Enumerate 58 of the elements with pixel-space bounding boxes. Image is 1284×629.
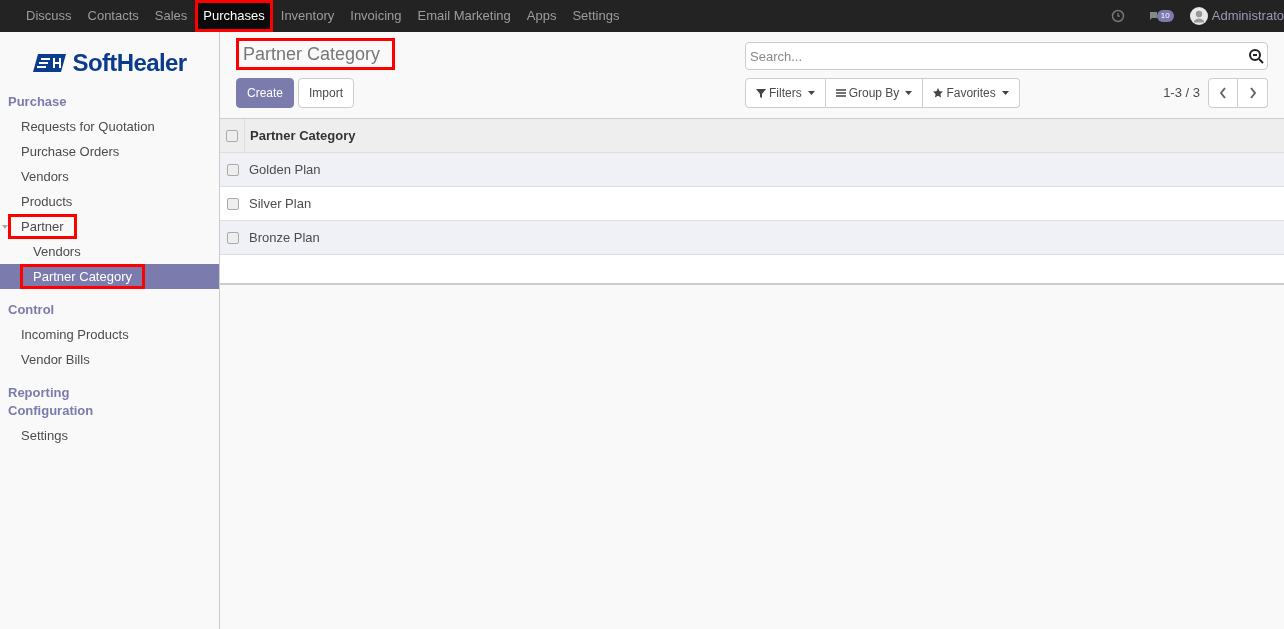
chevron-left-icon [1219, 87, 1227, 99]
search-icon[interactable] [1248, 48, 1264, 64]
checkbox[interactable] [226, 197, 239, 210]
checkbox[interactable] [226, 231, 239, 244]
sidebar-menu-item[interactable]: Products [0, 189, 219, 214]
sidebar-menu-item[interactable]: Vendor Bills [0, 347, 219, 372]
nav-menu-item[interactable]: Email Marketing [409, 0, 519, 32]
sidebar-menu-item[interactable]: Partner [0, 214, 219, 239]
caret-icon [1001, 91, 1009, 95]
funnel-icon [756, 88, 766, 98]
checkbox[interactable] [226, 129, 238, 142]
section-heading: Configuration [7, 402, 95, 420]
user-menu[interactable]: Administrato [1189, 6, 1284, 26]
sidebar-menu-item[interactable]: Vendors [0, 164, 219, 189]
section-heading: Purchase [7, 93, 68, 111]
sidebar-menu-item[interactable]: Requests for Quotation [0, 114, 219, 139]
previous-page-button[interactable] [1208, 78, 1238, 108]
nav-menu-item[interactable]: Purchases [195, 0, 273, 32]
nav-menu-item[interactable]: Discuss [18, 0, 80, 32]
table-cell-text: Golden Plan [248, 160, 321, 179]
table-cell-text: Bronze Plan [248, 228, 320, 247]
sidebar-menu-item[interactable]: Purchase Orders [0, 139, 219, 164]
nav-menu-item[interactable]: Apps [518, 0, 565, 32]
filter-dropdown-button[interactable]: Favorites [923, 78, 1020, 108]
checkbox[interactable] [226, 163, 239, 176]
filter-dropdown-button[interactable]: Filters [745, 78, 826, 108]
caret-icon [2, 223, 8, 230]
nav-menu-item[interactable]: Settings [564, 0, 628, 32]
section-heading: Control [7, 301, 56, 319]
section-heading: Reporting [7, 384, 71, 402]
import-button[interactable]: Import [298, 78, 355, 108]
page-title: Partner Category [236, 38, 396, 70]
nav-menu-item[interactable]: Inventory [272, 0, 343, 32]
logo: SoftHealer [32, 45, 187, 81]
messages-button[interactable]: 10 [1148, 10, 1174, 22]
column-header[interactable]: Partner Category [245, 125, 356, 146]
nav-menu-item[interactable]: Sales [146, 0, 196, 32]
avatar-icon [1189, 7, 1208, 25]
sidebar-menu-item[interactable]: Settings [0, 423, 219, 448]
nav-menu-item[interactable]: Invoicing [342, 0, 410, 32]
nav-menu-item[interactable]: Contacts [79, 0, 147, 32]
pager-text: 1-3 / 3 [1163, 84, 1200, 103]
create-button[interactable]: Create [236, 78, 295, 108]
search-field[interactable]: Search... [745, 42, 1268, 70]
sidebar-menu-item[interactable]: Vendors [0, 239, 219, 264]
filter-dropdown-button[interactable]: Group By [825, 78, 924, 108]
list-icon [835, 88, 846, 98]
chevron-right-icon [1248, 87, 1257, 99]
table-cell-text: Silver Plan [248, 194, 312, 213]
next-page-button[interactable] [1238, 78, 1268, 108]
clock-icon[interactable] [1110, 9, 1125, 23]
star-icon [933, 88, 944, 98]
caret-icon [905, 91, 913, 95]
caret-icon [807, 91, 815, 95]
sidebar-menu-item[interactable]: Incoming Products [0, 322, 219, 347]
sidebar-menu-item[interactable]: Partner Category [0, 264, 219, 289]
logo-mark-icon [32, 53, 69, 73]
message-count: 10 [1156, 10, 1174, 22]
